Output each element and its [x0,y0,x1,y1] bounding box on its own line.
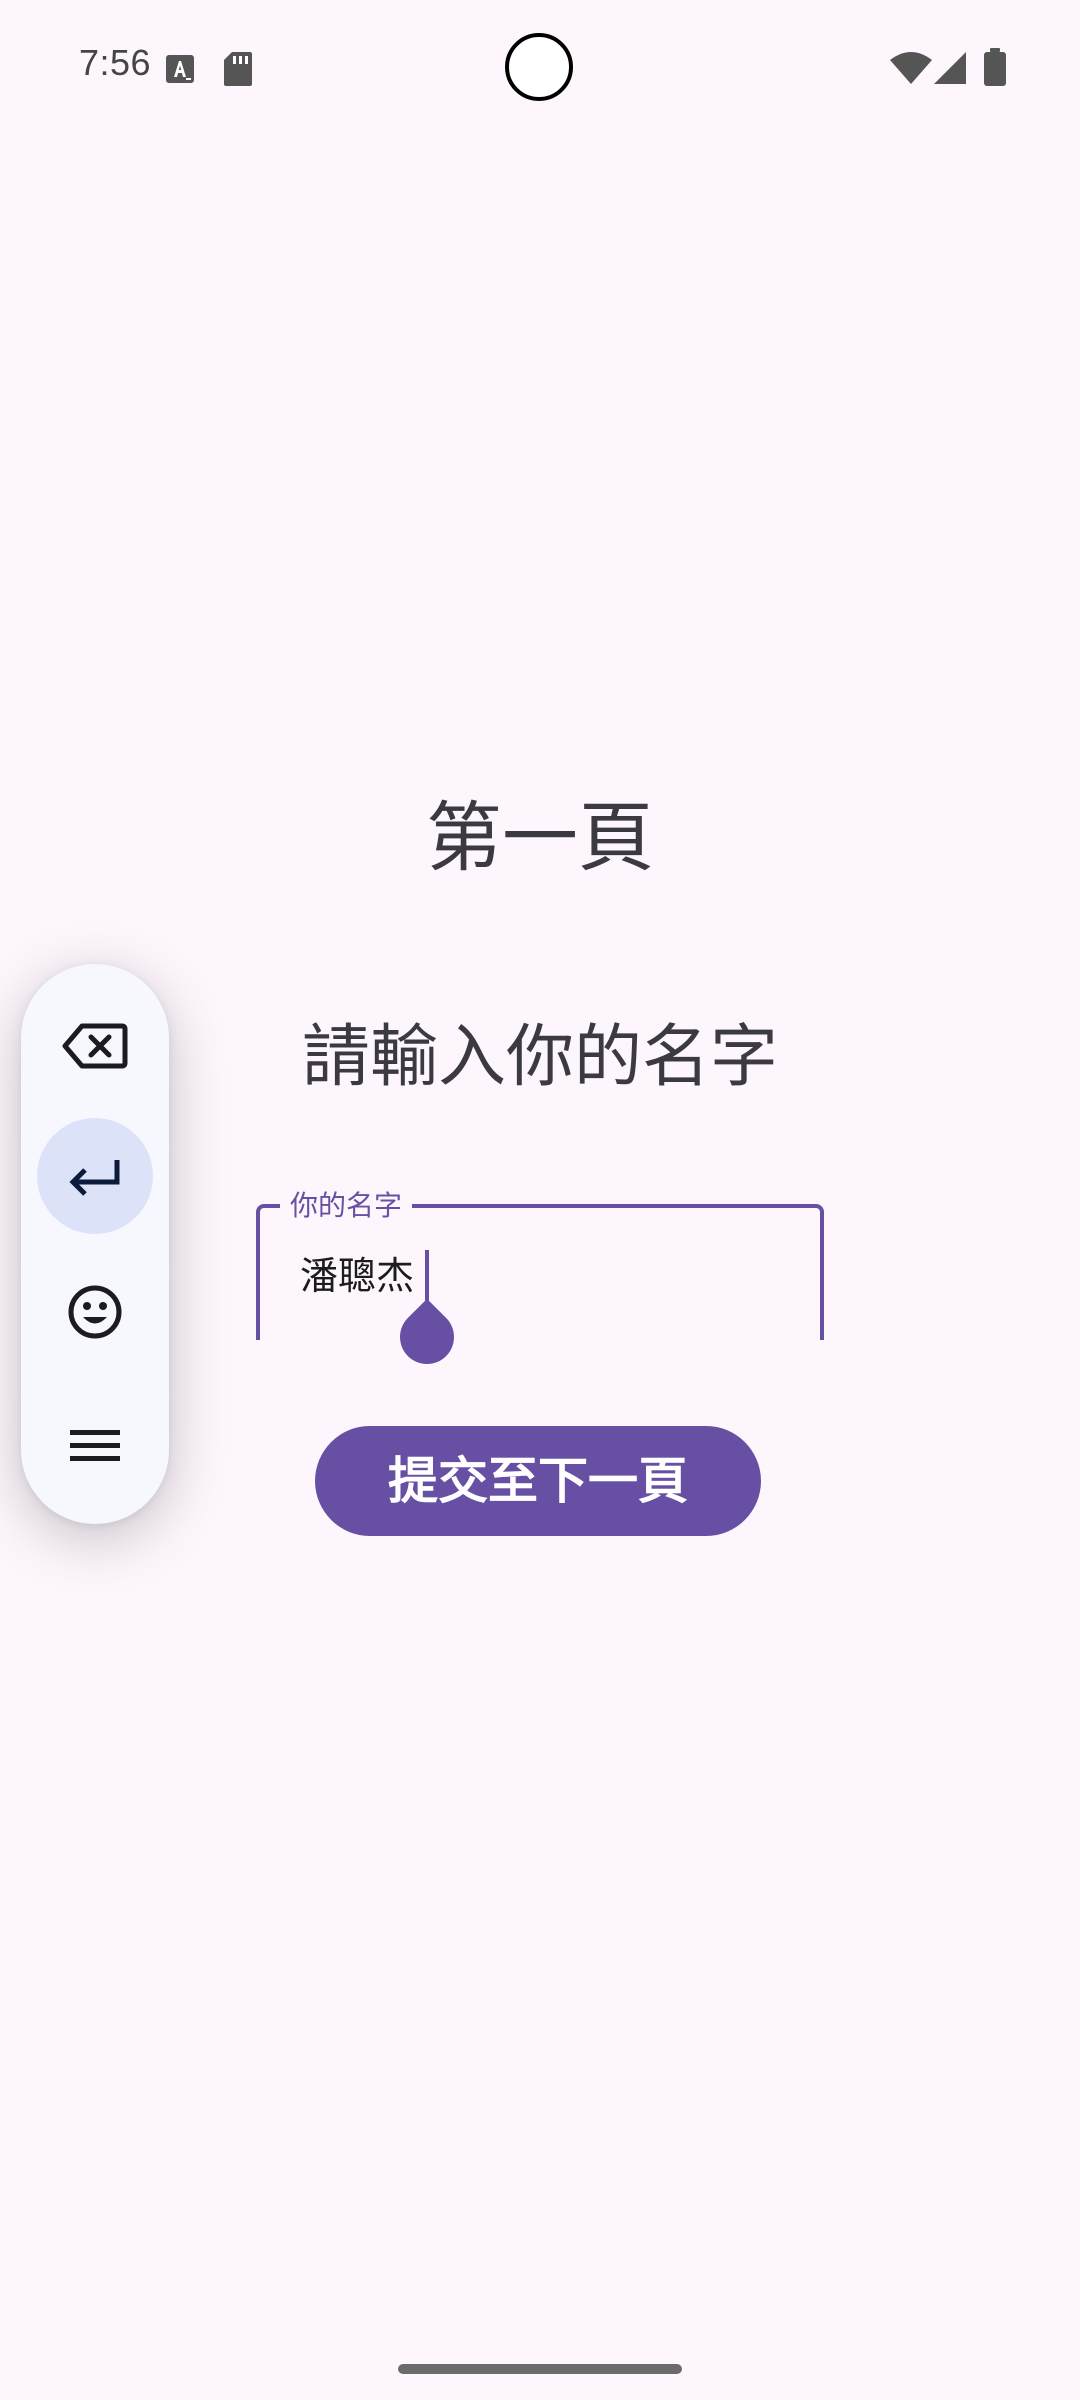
floating-keyboard-toolbar [21,964,169,1524]
sd-card-icon [224,52,252,86]
text-cursor [425,1250,429,1306]
backspace-button[interactable] [37,988,153,1104]
wifi-icon [890,52,932,84]
home-indicator[interactable] [398,2364,682,2374]
menu-button[interactable] [37,1388,153,1504]
battery-icon [984,48,1006,86]
enter-icon [69,1160,120,1196]
enter-button[interactable] [37,1118,153,1234]
menu-icon [70,1430,120,1461]
backspace-icon [62,1023,128,1069]
camera-cutout [505,33,573,101]
cell-signal-icon [934,52,966,84]
status-time: 7:56 [79,42,152,83]
name-input-value[interactable]: 潘聰杰 [300,1252,414,1300]
name-input[interactable]: 你的名字 潘聰杰 [256,1186,824,1340]
emoji-button[interactable] [37,1254,153,1370]
submit-next-page-button[interactable]: 提交至下一頁 [315,1426,761,1536]
emoji-icon [68,1285,122,1339]
page-title: 第一頁 [426,793,654,882]
keyboard-a-icon [166,55,194,83]
name-input-label: 你的名字 [280,1186,413,1226]
